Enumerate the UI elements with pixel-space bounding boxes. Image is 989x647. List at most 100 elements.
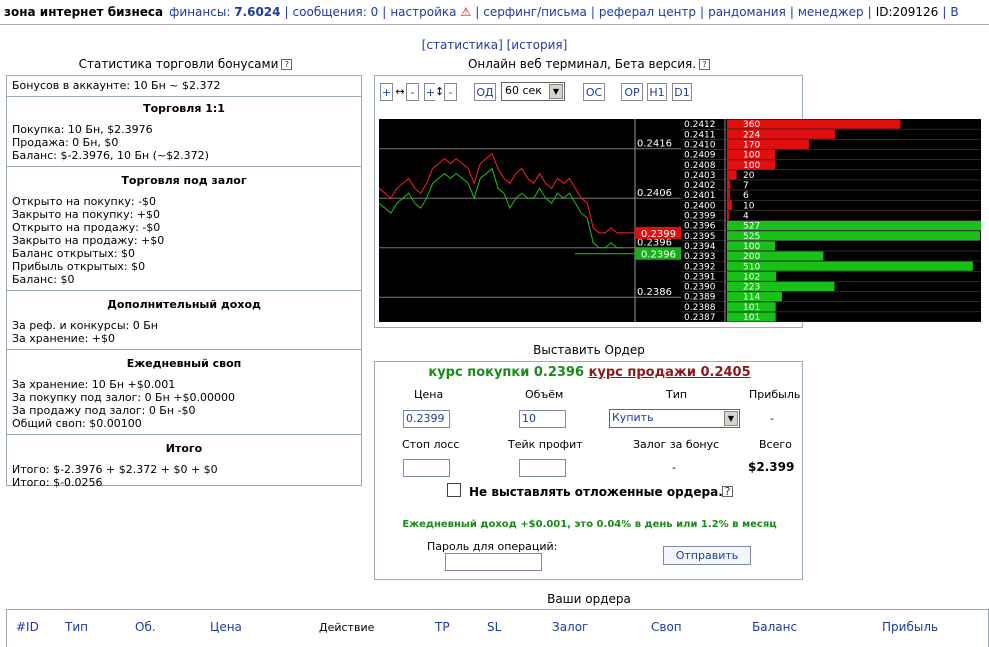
- nav-randomania[interactable]: рандомания: [708, 5, 786, 19]
- bid-volume-cell: 223: [743, 283, 760, 293]
- ask-volume-cell: 100: [743, 161, 760, 171]
- bid-volume-cell: 101: [743, 313, 760, 322]
- ask-price-line: [379, 152, 623, 234]
- warning-icon: ⚠: [460, 5, 472, 19]
- total-header: Всего: [759, 438, 792, 451]
- bid-price-cell: 0.2392: [684, 262, 716, 272]
- ask-price-cell: 0.2409: [684, 151, 716, 161]
- column-header-type[interactable]: Тип: [65, 620, 88, 634]
- column-header-swap[interactable]: Своп: [651, 620, 682, 634]
- bid-volume-cell: 200: [743, 252, 760, 262]
- stat-line: За продажу под залог: 0 Бн -$0: [12, 404, 196, 417]
- nav-separator: |: [382, 5, 387, 19]
- trade-1to1-section: Торговля 1:1 Покупка: 10 Бн, $2.3976 Про…: [7, 97, 361, 167]
- os-button[interactable]: ОС: [583, 83, 605, 101]
- nav-separator: |: [867, 5, 872, 19]
- your-orders-title: Ваши ордера: [547, 592, 631, 606]
- zoom-out-horizontal-button[interactable]: -: [406, 83, 419, 101]
- bonus-balance-section: Бонусов в аккаунте: 10 Бн ~ $2.372: [7, 76, 361, 97]
- y-tick-label: 0.2416: [637, 139, 672, 150]
- ask-price-cell: 0.2411: [684, 130, 716, 140]
- section-heading: Ежедневный своп: [126, 357, 242, 370]
- d1-button[interactable]: D1: [672, 83, 692, 101]
- bid-volume-bar: [727, 261, 973, 271]
- ask-price-cell: 0.2408: [684, 161, 716, 171]
- ask-price-cell: 0.2412: [684, 120, 716, 130]
- volume-input[interactable]: 10: [519, 410, 566, 428]
- bid-volume-cell: 100: [743, 242, 760, 252]
- finance-value[interactable]: 7.6024: [234, 5, 280, 19]
- nav-surfing[interactable]: серфинг/письма: [483, 5, 587, 19]
- column-header-volume[interactable]: Об.: [135, 620, 156, 634]
- ask-volume-bar: [727, 190, 730, 200]
- no-pending-orders-checkbox[interactable]: [447, 483, 461, 497]
- take-profit-input[interactable]: [519, 459, 566, 477]
- nav-separator: |: [475, 5, 480, 19]
- bid-price-label: 0.2396: [641, 250, 676, 261]
- nav-settings[interactable]: настройка: [390, 5, 456, 19]
- ask-price-cell: 0.2399: [684, 212, 716, 222]
- ask-volume-bar: [727, 170, 737, 180]
- od-button[interactable]: ОД: [474, 83, 496, 101]
- nav-referral[interactable]: реферал центр: [599, 5, 696, 19]
- column-header-balance[interactable]: Баланс: [752, 620, 797, 634]
- stat-line: Прибыль открытых: $0: [12, 260, 146, 273]
- stat-line: Итого: $-2.3976 + $2.372 + $0 + $0: [12, 463, 218, 476]
- zoom-out-vertical-button[interactable]: -: [444, 83, 457, 101]
- daily-income-text: Ежедневный доход +$0.001, это 0.04% в де…: [402, 519, 777, 530]
- volume-header: Объём: [525, 388, 564, 401]
- stat-line: Баланс: $-2.3976, 10 Бн (~$2.372): [12, 149, 209, 162]
- stat-line: Общий своп: $0.00100: [12, 417, 142, 430]
- statistics-link[interactable]: [статистика]: [422, 38, 503, 52]
- ask-price-cell: 0.2401: [684, 191, 716, 201]
- price-input[interactable]: 0.2399: [403, 410, 450, 428]
- dropdown-arrow-icon: ▼: [724, 411, 738, 426]
- column-header-collateral[interactable]: Залог: [552, 620, 588, 634]
- totals-section: Итого Итого: $-2.3976 + $2.372 + $0 + $0…: [7, 435, 361, 493]
- nav-extra[interactable]: В: [950, 5, 958, 19]
- collateral-header: Залог за бонус: [633, 438, 720, 451]
- ask-volume-bar: [727, 139, 809, 149]
- column-header-price[interactable]: Цена: [210, 620, 242, 634]
- site-brand: зона интернет бизнеса: [4, 5, 164, 19]
- ask-volume-cell: 10: [743, 201, 755, 211]
- ask-price-cell: 0.2410: [684, 140, 716, 150]
- price-header: Цена: [414, 388, 444, 401]
- finance-label[interactable]: финансы:: [169, 5, 230, 19]
- submit-button[interactable]: Отправить: [663, 546, 751, 565]
- daily-swap-section: Ежедневный своп За хранение: 10 Бн +$0.0…: [7, 350, 361, 435]
- bid-price-cell: 0.2389: [684, 293, 716, 303]
- no-pending-orders-label: Не выставлять отложенные ордера.: [469, 485, 723, 499]
- terminal-title-text: Онлайн веб терминал, Бета версия.: [467, 57, 697, 71]
- column-header-id[interactable]: #ID: [16, 620, 39, 634]
- ask-volume-cell: 4: [743, 212, 749, 222]
- type-select[interactable]: Купить ▼: [609, 409, 740, 428]
- zoom-in-horizontal-button[interactable]: +: [380, 83, 393, 101]
- interval-select[interactable]: 60 сек ▼: [501, 82, 565, 101]
- bid-volume-cell: 101: [743, 303, 760, 313]
- stat-line: За хранение: +$0: [12, 332, 116, 345]
- help-icon[interactable]: ?: [722, 486, 733, 497]
- help-icon[interactable]: ?: [699, 59, 711, 70]
- place-order-title: Выставить Ордер: [533, 343, 645, 357]
- history-link[interactable]: [история]: [507, 38, 568, 52]
- help-icon[interactable]: ?: [281, 59, 293, 70]
- y-tick-label: 0.2386: [637, 287, 672, 298]
- h1-button[interactable]: H1: [647, 83, 667, 101]
- price-chart: 0.24160.24060.23960.23860.23990.2396: [379, 119, 681, 322]
- password-input[interactable]: [445, 553, 542, 571]
- bonus-stats-title-text: Статистика торговли бонусами: [78, 57, 279, 71]
- stop-loss-input[interactable]: [403, 459, 450, 477]
- nav-manager[interactable]: менеджер: [798, 5, 864, 19]
- sell-rate-link[interactable]: курс продажи 0.2405: [589, 365, 751, 380]
- ask-volume-cell: 7: [743, 181, 749, 191]
- column-header-profit[interactable]: Прибыль: [882, 620, 938, 634]
- nav-messages[interactable]: сообщения: 0: [293, 5, 379, 19]
- column-header-tp[interactable]: TP: [435, 620, 450, 634]
- stop-loss-header: Стоп лосс: [402, 438, 460, 451]
- nav-finance[interactable]: финансы: 7.6024: [169, 5, 280, 19]
- column-header-sl[interactable]: SL: [487, 620, 501, 634]
- nav-separator: |: [700, 5, 705, 19]
- bid-volume-bar: [727, 231, 981, 241]
- op-button[interactable]: ОР: [621, 83, 643, 101]
